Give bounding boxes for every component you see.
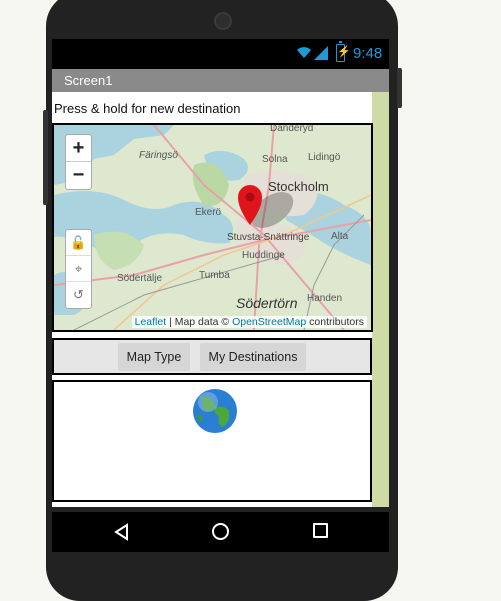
place-label: Södertälje	[117, 273, 162, 284]
attribution-text: | Map data ©	[166, 316, 233, 328]
leaflet-link[interactable]: Leaflet	[135, 316, 167, 328]
map-tiles: Danderyd Färingsö Solna Lidingö Stockhol…	[54, 125, 371, 330]
map-view[interactable]: Danderyd Färingsö Solna Lidingö Stockhol…	[52, 123, 373, 332]
clock: 9:48	[353, 45, 383, 62]
unlock-icon[interactable]: 🔓	[66, 230, 91, 256]
wifi-icon	[297, 47, 311, 58]
zoom-out-button[interactable]: −	[66, 162, 91, 189]
back-icon[interactable]	[113, 523, 129, 541]
recents-icon[interactable]	[313, 523, 328, 538]
place-label: Ekerö	[195, 207, 222, 218]
home-icon[interactable]	[212, 523, 229, 540]
attribution-tail: contributors	[306, 316, 364, 328]
reset-icon[interactable]: ↺	[66, 282, 91, 308]
battery-icon: ⚡	[336, 41, 351, 62]
place-label: Huddinge	[242, 250, 285, 261]
status-bar: ⚡ 9:48	[52, 39, 389, 69]
instruction-label: Press & hold for new destination	[54, 101, 241, 116]
place-label: Solna	[262, 154, 288, 165]
button-row: Map Type My Destinations	[52, 338, 372, 375]
scrollbar[interactable]	[372, 92, 389, 507]
place-label: Handen	[307, 293, 342, 304]
place-label: Tumba	[199, 270, 230, 281]
front-camera	[214, 12, 232, 30]
place-label: Färingsö	[139, 150, 178, 161]
globe-icon	[193, 389, 237, 433]
title-bar: Screen1	[52, 69, 389, 92]
volume-key	[43, 110, 48, 205]
image-panel	[52, 380, 372, 502]
map-type-button[interactable]: Map Type	[118, 343, 190, 371]
signal-icon	[314, 46, 328, 60]
nav-bar	[52, 512, 389, 552]
screen-title: Screen1	[64, 73, 113, 88]
place-label: Stockholm	[268, 179, 329, 194]
place-label: Lidingö	[308, 152, 341, 163]
zoom-in-button[interactable]: +	[66, 135, 91, 162]
zoom-control: + −	[65, 134, 92, 190]
map-tools: 🔓 ⌖ ↺	[65, 229, 92, 309]
place-label: Alta	[331, 231, 349, 242]
osm-link[interactable]: OpenStreetMap	[232, 316, 306, 328]
place-label: Danderyd	[270, 125, 313, 134]
my-destinations-button[interactable]: My Destinations	[200, 343, 306, 371]
power-key	[397, 68, 402, 108]
map-attribution: Leaflet | Map data © OpenStreetMap contr…	[131, 316, 367, 328]
place-label: Stuvsta-Snättringe	[227, 232, 310, 243]
locate-icon[interactable]: ⌖	[66, 256, 91, 282]
place-label: Södertörn	[236, 295, 298, 311]
